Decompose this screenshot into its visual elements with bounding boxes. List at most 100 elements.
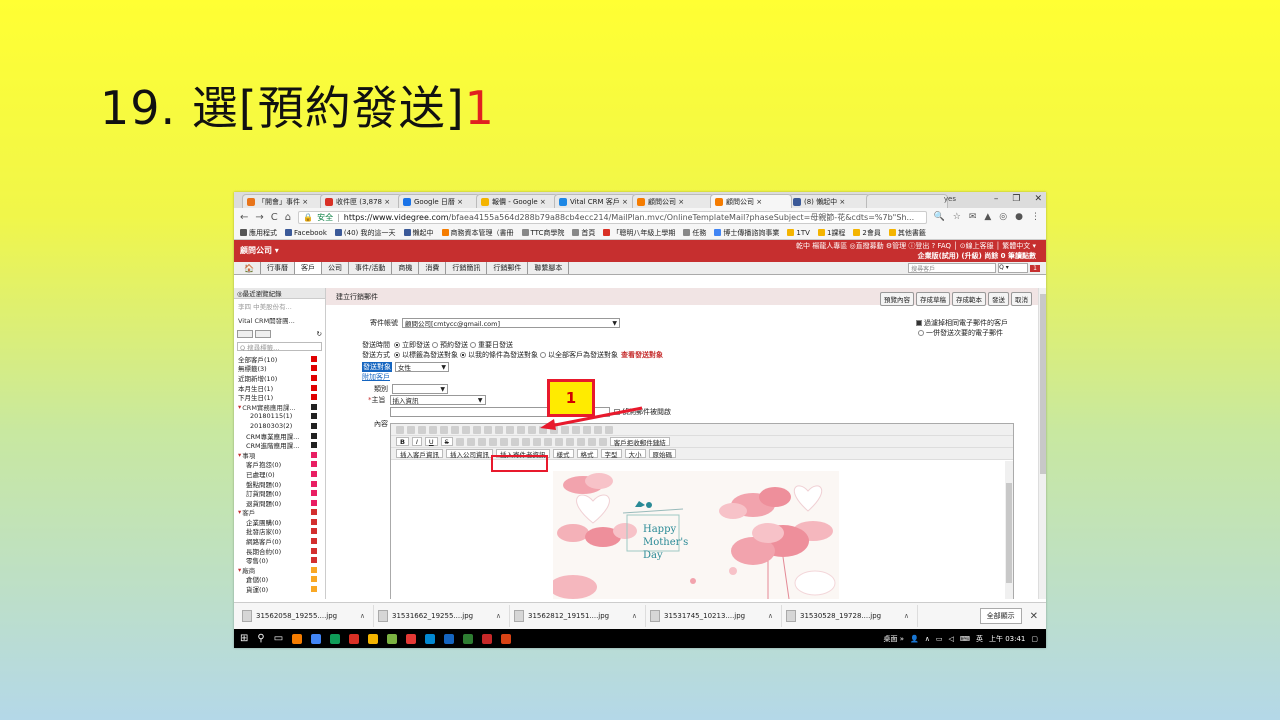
scheduled-send-label[interactable]: 預約發送 [440, 340, 468, 350]
editor-dropdown-button[interactable]: 原始碼 [648, 449, 676, 459]
bookmark-item[interactable]: 博士傳播諮詢事業 [714, 228, 779, 238]
browser-tab[interactable]: 報價 - Google × [476, 194, 558, 208]
chevron-up-icon[interactable]: ∧ [904, 612, 909, 620]
editor-dropdown-button[interactable]: 樣式 [552, 449, 574, 459]
menu-dots-icon[interactable]: ⋮ [1031, 212, 1040, 222]
font-color-icon[interactable] [418, 425, 426, 434]
tray-chevron-icon[interactable]: ∧ [925, 635, 930, 643]
task-view-icon[interactable]: ▭ [274, 633, 283, 644]
search-icon[interactable]: ⚲ [257, 633, 264, 644]
forward-icon[interactable]: → [255, 212, 263, 223]
new-tab-button[interactable] [866, 194, 948, 208]
tag-tree-item[interactable]: 訂貨問題(0) [238, 488, 321, 498]
tag-tree-item[interactable]: 客戶抱怨(0) [238, 460, 321, 469]
extension-icon[interactable]: ▲ [984, 212, 991, 222]
unsubscribe-link-button[interactable]: 客戶拒收郵件鏈結 [609, 437, 670, 447]
ordered-list-icon[interactable] [477, 437, 486, 446]
tag-tree-item[interactable]: 長期合約(0) [238, 546, 321, 556]
desktop-toolbar[interactable]: 桌面 » [883, 634, 904, 644]
menu-item[interactable]: 事件/活動 [349, 262, 393, 274]
app-plan-status[interactable]: 企業版(試用) (升級) 尚餘 0 筆讀點數 [918, 251, 1036, 261]
copy-icon[interactable] [440, 425, 448, 434]
anchor-icon[interactable] [598, 437, 607, 446]
target-label[interactable]: 發送對象 [362, 362, 392, 372]
browser-tab[interactable]: 顧問公司 × [632, 194, 714, 208]
tag-tree-item[interactable]: ▾ 廠商 [238, 565, 321, 575]
customer-search-input[interactable]: 搜尋客戶 [908, 263, 997, 273]
superscript-icon[interactable] [466, 437, 475, 446]
editor-dropdown-button[interactable]: 字型 [600, 449, 622, 459]
app-top-links[interactable]: 乾中 楊龍人專區 ◎直撥募動 ⚙管理 ⓘ登出 ? FAQ │ ⊙線上客服 │ 繁… [796, 241, 1036, 251]
menu-item[interactable]: 消費 [419, 262, 447, 274]
volume-icon[interactable]: ◁ [948, 635, 953, 643]
scheduled-send-radio[interactable] [432, 342, 438, 348]
bookmark-item[interactable]: 首頁 [572, 228, 595, 238]
bookmark-item[interactable]: 商務資本管理（書冊 [441, 228, 514, 238]
form-action-button[interactable]: 存成草稿 [916, 292, 950, 306]
editor-body[interactable]: Happy Mother's Day [391, 461, 1013, 599]
scroll-thumb[interactable] [1040, 294, 1046, 474]
bold-icon[interactable]: B [396, 437, 409, 446]
find-icon[interactable] [495, 425, 503, 434]
close-icon[interactable]: ✕ [1030, 611, 1038, 622]
undo-icon[interactable] [473, 425, 481, 434]
browser-tab[interactable]: (8) 懶起中 × [788, 194, 870, 208]
taskbar-app-icon[interactable] [463, 633, 474, 644]
chevron-up-icon[interactable]: ∧ [632, 612, 637, 620]
menu-item[interactable]: 行銷郵件 [487, 262, 529, 274]
align-left-icon[interactable] [532, 437, 541, 446]
tag-tree-item[interactable]: 網路客戶(0) [238, 536, 321, 546]
chevron-down-icon[interactable]: ▾ [238, 451, 241, 459]
all-customers-radio[interactable] [540, 352, 546, 358]
taskbar-app-icon[interactable] [501, 633, 512, 644]
browser-tab[interactable]: Vital CRM 客戶 × [554, 194, 636, 208]
tag-tree-item[interactable]: 無標籤(3) [238, 364, 321, 373]
taskbar-app-icon[interactable] [349, 633, 360, 644]
bookmark-item[interactable]: 1課程 [817, 228, 845, 238]
tag-tree-item[interactable]: 批發店家(0) [238, 527, 321, 536]
taskbar-app-icon[interactable] [330, 633, 341, 644]
chevron-down-icon[interactable]: ▾ [238, 403, 241, 411]
underline-icon[interactable]: U [424, 437, 438, 446]
bookmark-item[interactable]: Facebook [285, 229, 327, 237]
app-brand-menu[interactable]: 顧問公司 ▾ [240, 245, 279, 256]
minimize-icon[interactable]: – [994, 194, 999, 204]
menu-item[interactable]: 客戶 [294, 262, 322, 274]
menu-item[interactable]: 公司 [322, 262, 349, 274]
tag-tree-item[interactable]: 20180303(2) [238, 421, 321, 431]
paste-icon[interactable] [451, 425, 459, 434]
form-action-button[interactable]: 發送 [988, 292, 1009, 306]
bookmark-item[interactable]: 應用程式 [240, 228, 277, 238]
tag-tree-item[interactable]: 全部客戶(10) [238, 354, 321, 364]
editor-dropdown-button[interactable]: 格式 [576, 449, 598, 459]
browser-tab[interactable]: 顧問公司 × [710, 194, 792, 208]
dedupe-checkbox[interactable] [916, 320, 922, 326]
recent-history-header[interactable]: ◎最近瀏覽紀錄 [234, 288, 325, 299]
download-item[interactable]: 31531662_19255....jpg ∧ [374, 605, 510, 627]
browser-tab[interactable]: Google 日曆 × [398, 194, 480, 208]
editor-dropdown-button[interactable]: 大小 [624, 449, 646, 459]
subscript-icon[interactable] [455, 437, 464, 446]
justify-icon[interactable] [565, 437, 574, 446]
bookmark-item[interactable]: 1TV [787, 229, 810, 237]
tag-tree-item[interactable]: CRM專業應用課... [238, 431, 321, 441]
tag-tree-item[interactable]: 零售(0) [238, 555, 321, 565]
select-all-icon[interactable] [517, 425, 525, 434]
tag-toggle[interactable] [255, 330, 271, 338]
tag-tree-item[interactable]: ▾ 客戶 [238, 508, 321, 517]
bullet-list-icon[interactable] [488, 437, 497, 446]
chevron-down-icon[interactable]: ▾ [238, 508, 241, 516]
bookmark-item[interactable]: 任務 [683, 228, 706, 238]
windows-start-icon[interactable]: ⊞ [240, 633, 248, 644]
bookmark-star-icon[interactable]: ☆ [953, 212, 961, 222]
notification-icon[interactable]: ▢ [1031, 635, 1038, 643]
chevron-up-icon[interactable]: ∧ [360, 612, 365, 620]
chevron-up-icon[interactable]: ∧ [496, 612, 501, 620]
browser-tab[interactable]: 「開會」事件 × [242, 194, 324, 208]
redo-icon[interactable] [484, 425, 492, 434]
view-targets-link[interactable]: 查看發送對象 [621, 350, 663, 360]
outdent-icon[interactable] [499, 437, 508, 446]
network-icon[interactable]: ▭ [936, 635, 943, 643]
menu-item[interactable]: 商機 [392, 262, 420, 274]
chevron-down-icon[interactable]: ▾ [238, 566, 241, 574]
